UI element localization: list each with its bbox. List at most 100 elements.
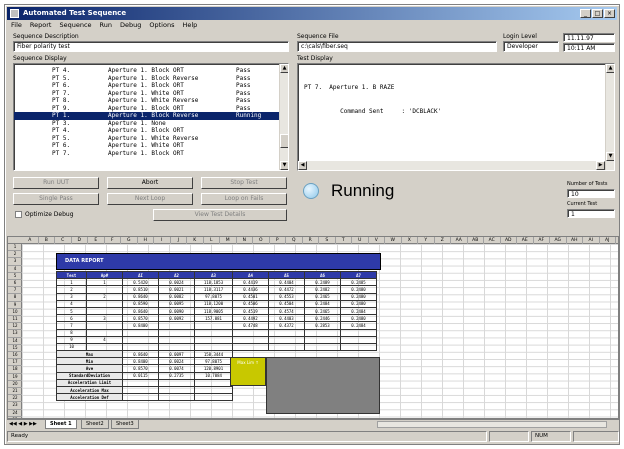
row-header[interactable]: 22 xyxy=(8,395,22,403)
row-header[interactable]: 12 xyxy=(8,323,22,331)
column-header[interactable]: Q xyxy=(286,237,303,244)
sequence-row[interactable]: PT 3. Aperture 1. None xyxy=(14,120,288,128)
report-cell[interactable]: 0.4419 xyxy=(232,278,269,287)
seq-file-field[interactable]: c:\cals\fiber.seq xyxy=(297,41,497,52)
row-header[interactable]: 15 xyxy=(8,345,22,352)
column-header[interactable]: B xyxy=(39,237,55,244)
column-header[interactable]: C xyxy=(55,237,72,244)
report-cell[interactable]: 8 xyxy=(56,328,87,337)
report-header-cell[interactable]: Δ4 xyxy=(232,270,269,280)
next-loop-button[interactable]: Next Loop xyxy=(107,193,193,205)
report-cell[interactable] xyxy=(158,321,195,330)
sequence-row[interactable]: PT 8. Aperture 1. White Reverse Pass xyxy=(14,97,288,105)
sequence-row[interactable]: PT 4. Aperture 1. Block ORT Pass xyxy=(14,67,288,75)
row-header[interactable]: 1 xyxy=(8,244,22,252)
report-cell[interactable]: 0.4504 xyxy=(268,299,305,308)
stats-cell[interactable] xyxy=(158,385,195,395)
stats-cell[interactable]: 0.0024 xyxy=(158,357,195,366)
report-cell[interactable] xyxy=(86,285,123,294)
stats-cell[interactable]: 97.8075 xyxy=(194,357,233,366)
column-header[interactable]: J xyxy=(171,237,187,244)
yellow-cell[interactable]: Max Lim ↑ xyxy=(230,357,266,386)
report-header-cell[interactable]: Test xyxy=(56,270,87,280)
view-test-details-button[interactable]: View Test Details xyxy=(153,209,287,221)
stats-label[interactable]: Min xyxy=(56,357,123,366)
report-cell[interactable]: 0.2485 xyxy=(340,278,377,287)
column-header[interactable]: E xyxy=(88,237,105,244)
report-cell[interactable]: 0.4506 xyxy=(232,299,269,308)
column-header[interactable]: F xyxy=(105,237,121,244)
report-cell[interactable]: 0.4472 xyxy=(268,285,305,294)
report-cell[interactable]: 0.4436 xyxy=(232,285,269,294)
report-cell[interactable]: 2 xyxy=(86,292,123,301)
report-cell[interactable] xyxy=(304,335,341,344)
report-cell[interactable]: 6 xyxy=(56,314,87,323)
report-cell[interactable]: 5 xyxy=(56,306,87,316)
stats-cell[interactable] xyxy=(158,393,195,402)
test-display[interactable]: PT 7. Aperture 1. B RAZE Command Sent : … xyxy=(297,63,615,171)
row-header[interactable]: 23 xyxy=(8,402,22,410)
column-header[interactable]: D xyxy=(72,237,88,244)
stats-cell[interactable]: 120.8901 xyxy=(194,364,233,373)
report-cell[interactable]: 0.2484 xyxy=(340,321,377,330)
report-cell[interactable]: 97.8075 xyxy=(194,292,233,301)
row-header[interactable]: 16 xyxy=(8,352,22,360)
report-cell[interactable]: 118.9005 xyxy=(194,306,233,316)
report-cell[interactable]: 0.2489 xyxy=(304,278,341,287)
menu-options[interactable]: Options xyxy=(149,21,174,31)
report-cell[interactable] xyxy=(340,328,377,337)
report-cell[interactable]: 0.8640 xyxy=(122,306,159,316)
report-cell[interactable] xyxy=(86,321,123,330)
report-cell[interactable]: 0.2480 xyxy=(340,292,377,301)
column-header[interactable]: S xyxy=(319,237,336,244)
sequence-row[interactable]: PT 4. Aperture 1. Block ORT xyxy=(14,127,288,135)
scroll-left-icon[interactable]: ◀ xyxy=(298,161,307,170)
report-cell[interactable] xyxy=(194,321,233,330)
report-cell[interactable] xyxy=(86,306,123,316)
stats-label[interactable]: Acceleration Def xyxy=(56,393,123,402)
column-header[interactable]: AJ xyxy=(600,237,616,244)
report-cell[interactable] xyxy=(86,299,123,308)
sequence-row[interactable]: PT 9. Aperture 1. Block ORT Pass xyxy=(14,105,288,113)
menu-run[interactable]: Run xyxy=(100,21,112,31)
row-header[interactable]: 5 xyxy=(8,273,22,280)
optimize-debug-checkbox[interactable] xyxy=(15,211,22,218)
column-header[interactable]: O xyxy=(253,237,270,244)
report-cell[interactable]: 0.4372 xyxy=(268,321,305,330)
report-cell[interactable] xyxy=(122,342,159,352)
menu-help[interactable]: Help xyxy=(182,21,197,31)
stats-cell[interactable] xyxy=(194,378,233,388)
report-cell[interactable]: 7 xyxy=(56,321,87,330)
stats-cell[interactable] xyxy=(194,393,233,402)
column-header[interactable]: U xyxy=(352,237,369,244)
report-header-cell[interactable]: Δ6 xyxy=(304,270,341,280)
column-header[interactable]: AH xyxy=(567,237,583,244)
menu-sequence[interactable]: Sequence xyxy=(59,21,91,31)
row-header[interactable]: 3 xyxy=(8,258,22,266)
column-header[interactable]: Y xyxy=(418,237,435,244)
report-cell[interactable] xyxy=(86,328,123,337)
row-header[interactable]: 6 xyxy=(8,280,22,288)
sequence-row[interactable]: PT 5. Aperture 1. White Reverse xyxy=(14,135,288,143)
report-cell[interactable] xyxy=(158,342,195,352)
stats-cell[interactable]: 0.0074 xyxy=(158,364,195,373)
column-header[interactable]: M xyxy=(220,237,237,244)
column-header[interactable]: AI xyxy=(583,237,600,244)
menu-report[interactable]: Report xyxy=(30,21,52,31)
row-header[interactable]: 7 xyxy=(8,287,22,295)
column-header[interactable]: H xyxy=(138,237,154,244)
column-header[interactable]: Z xyxy=(435,237,451,244)
stats-cell[interactable]: 0.8570 xyxy=(122,364,159,373)
stats-cell[interactable]: 158.3444 xyxy=(194,350,233,359)
column-header[interactable]: AC xyxy=(484,237,501,244)
column-header[interactable]: AA xyxy=(451,237,468,244)
report-cell[interactable]: 0.8570 xyxy=(122,314,159,323)
column-header[interactable]: A xyxy=(22,237,39,244)
tab-sheet1[interactable]: Sheet 1 xyxy=(45,420,77,429)
column-header[interactable]: V xyxy=(369,237,385,244)
column-header[interactable]: N xyxy=(237,237,253,244)
report-header-cell[interactable]: Δ7 xyxy=(340,270,377,280)
report-cell[interactable] xyxy=(232,342,269,352)
menu-file[interactable]: File xyxy=(11,21,22,31)
run-uut-button[interactable]: Run UUT xyxy=(13,177,99,189)
